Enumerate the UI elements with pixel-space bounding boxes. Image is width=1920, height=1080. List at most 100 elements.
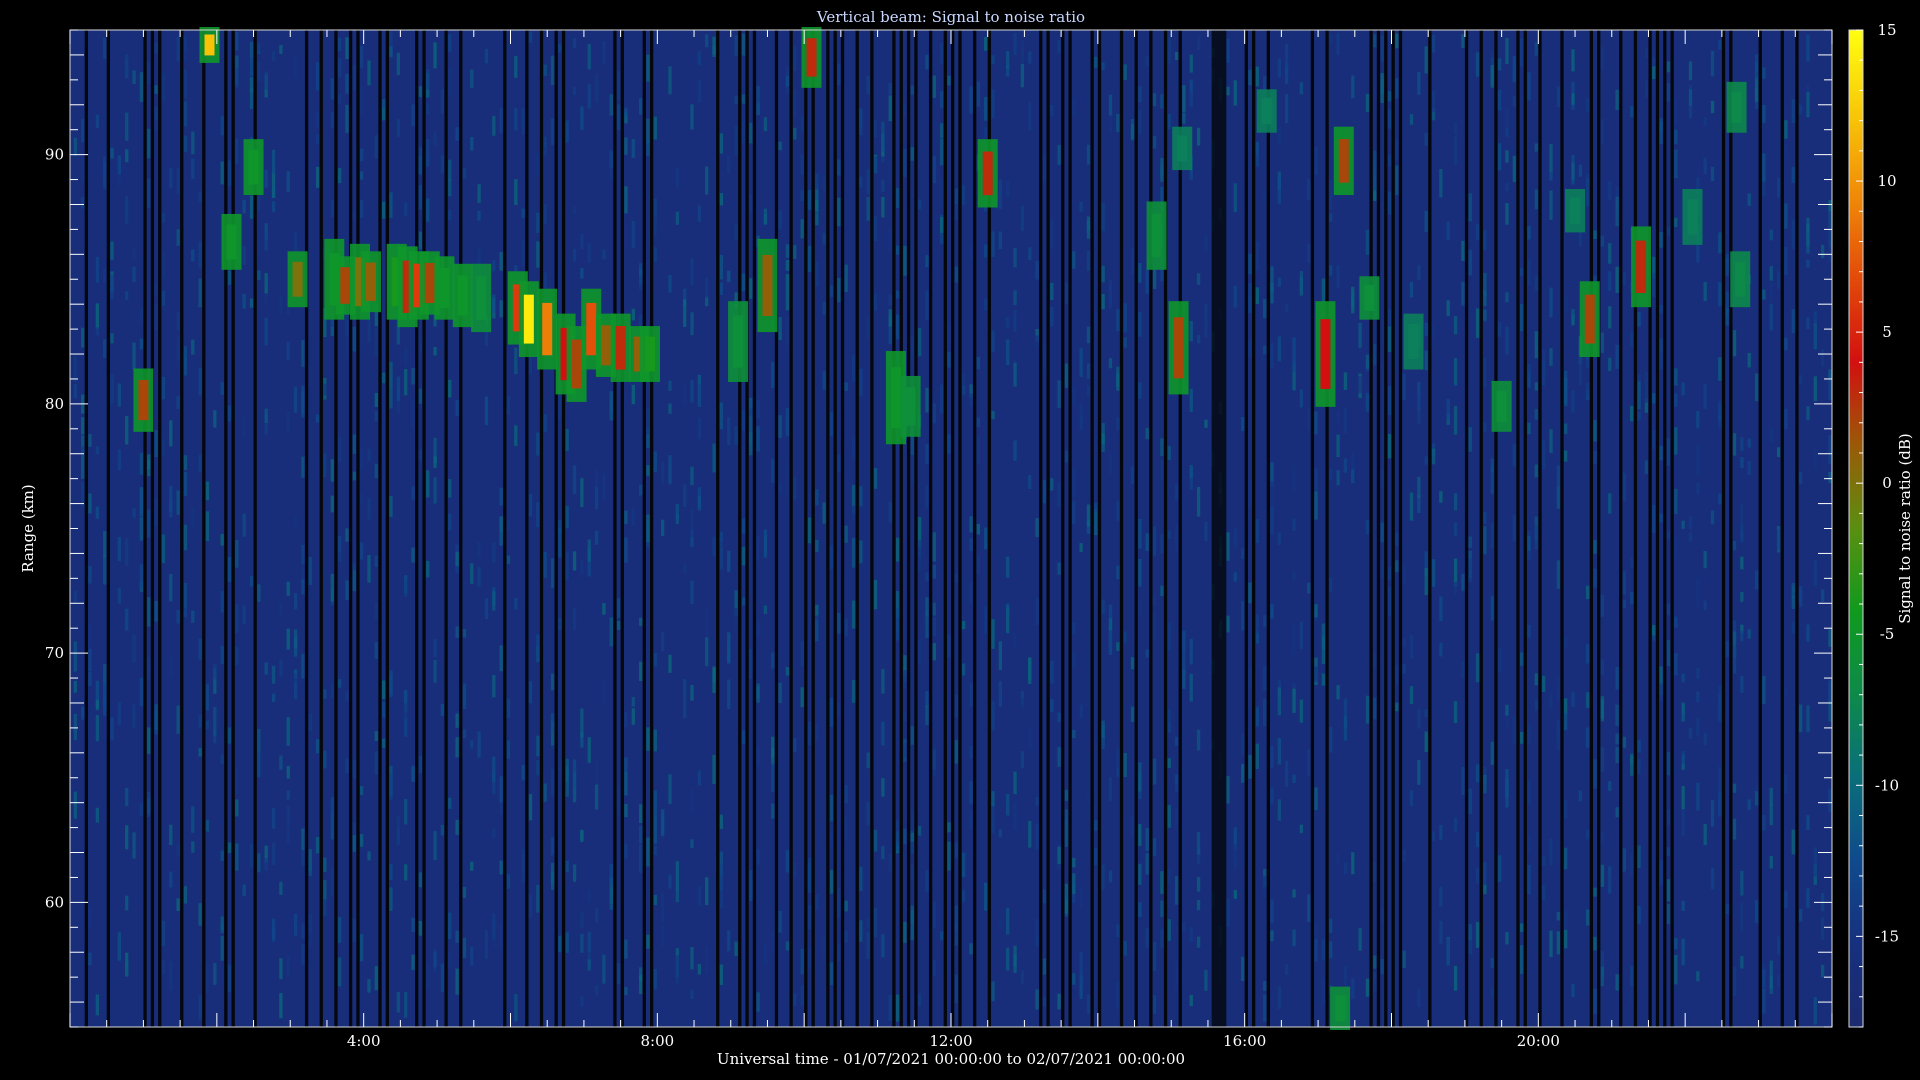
heatmap-cell bbox=[1387, 567, 1392, 581]
heatmap-cell bbox=[1630, 558, 1634, 567]
heatmap-cell bbox=[1681, 673, 1685, 683]
heatmap-cell bbox=[969, 745, 973, 759]
heatmap-cell bbox=[88, 906, 92, 928]
heatmap-cell bbox=[1630, 331, 1634, 347]
heatmap-cell bbox=[132, 634, 136, 663]
heatmap-cell bbox=[749, 398, 753, 418]
heatmap-cell bbox=[1182, 922, 1186, 932]
heatmap-cell bbox=[1351, 978, 1355, 1000]
heatmap-cell bbox=[536, 735, 540, 757]
heatmap-cell bbox=[1307, 582, 1311, 594]
heatmap-cell bbox=[1365, 978, 1370, 997]
heatmap-cell bbox=[286, 581, 290, 596]
heatmap-cell bbox=[1468, 558, 1472, 583]
heatmap-cell bbox=[293, 56, 298, 78]
heatmap-cell bbox=[1622, 472, 1627, 501]
heatmap-cell bbox=[1182, 669, 1186, 689]
heatmap-cell bbox=[1666, 61, 1671, 73]
heatmap-cell bbox=[484, 48, 489, 64]
heatmap-cell bbox=[183, 135, 188, 152]
heatmap-cell bbox=[1776, 177, 1781, 198]
heatmap-cell bbox=[976, 555, 980, 575]
heatmap-cell bbox=[587, 890, 591, 902]
heatmap-cell bbox=[565, 758, 569, 783]
heatmap-cell bbox=[1101, 720, 1105, 738]
heatmap-cell bbox=[433, 951, 437, 968]
heatmap-cell bbox=[404, 716, 408, 737]
heatmap-cell bbox=[293, 593, 298, 610]
heatmap-cell bbox=[815, 200, 819, 212]
heatmap-cell bbox=[88, 648, 92, 671]
heatmap-cell bbox=[521, 853, 525, 884]
heatmap-cell bbox=[653, 790, 657, 816]
heatmap-cell bbox=[1314, 939, 1318, 962]
heatmap-cell bbox=[323, 689, 327, 699]
heatmap-cell bbox=[1740, 556, 1744, 570]
heatmap-cell bbox=[1725, 257, 1729, 277]
heatmap-cell bbox=[345, 691, 349, 702]
heatmap-cell bbox=[550, 673, 555, 691]
heatmap-cell bbox=[785, 408, 790, 437]
heatmap-cell bbox=[998, 641, 1003, 671]
heatmap-cell bbox=[418, 388, 423, 404]
heatmap-cell bbox=[1380, 79, 1384, 95]
heatmap-cell bbox=[286, 171, 290, 192]
heatmap-cell bbox=[176, 36, 180, 62]
heatmap-cell bbox=[1013, 771, 1017, 795]
heatmap-cell bbox=[1608, 781, 1612, 791]
heatmap-cell bbox=[778, 415, 782, 438]
heatmap-cell bbox=[514, 347, 518, 375]
heatmap-cell bbox=[565, 860, 569, 873]
heatmap-cell bbox=[1475, 764, 1480, 783]
heatmap-cell bbox=[572, 206, 577, 215]
heatmap-cell bbox=[925, 572, 929, 582]
heatmap-cell bbox=[712, 754, 716, 784]
heatmap-cell bbox=[969, 781, 973, 805]
heatmap-cell bbox=[1196, 729, 1201, 751]
heatmap-cell bbox=[866, 801, 870, 826]
heatmap-gap bbox=[180, 30, 184, 1027]
heatmap-cell bbox=[220, 754, 224, 764]
heatmap-cell bbox=[418, 147, 423, 176]
heatmap-cell bbox=[1564, 296, 1568, 312]
heatmap-cell bbox=[1138, 312, 1142, 337]
heatmap-cell bbox=[147, 178, 151, 209]
heatmap-cell bbox=[1674, 427, 1678, 455]
heatmap-cell bbox=[1189, 926, 1193, 942]
heatmap-cell bbox=[139, 677, 144, 707]
heatmap-cell bbox=[1776, 269, 1781, 290]
heatmap-cell bbox=[433, 659, 437, 683]
heatmap-cell bbox=[220, 115, 224, 136]
heatmap-cell bbox=[1556, 675, 1560, 701]
heatmap-cell bbox=[998, 231, 1003, 250]
heatmap-cell bbox=[1020, 205, 1025, 231]
heatmap-cell bbox=[1608, 306, 1612, 329]
heatmap-cell bbox=[1086, 385, 1091, 397]
heatmap-cell bbox=[565, 428, 569, 451]
heatmap-cell bbox=[1468, 427, 1472, 452]
heatmap-cell bbox=[991, 89, 995, 119]
echo-mark bbox=[1320, 319, 1331, 389]
heatmap-cell bbox=[565, 551, 569, 581]
heatmap-cell bbox=[939, 138, 944, 166]
heatmap-cell bbox=[1138, 823, 1142, 847]
heatmap-cell bbox=[1160, 534, 1164, 554]
heatmap-cell bbox=[1600, 119, 1605, 145]
heatmap-cell bbox=[697, 374, 702, 384]
heatmap-cell bbox=[1240, 548, 1245, 559]
heatmap-cell bbox=[271, 188, 276, 198]
heatmap-cell bbox=[572, 248, 577, 262]
colorbar-tick-label: -10 bbox=[1875, 776, 1899, 794]
heatmap-cell bbox=[1703, 281, 1707, 302]
heatmap-cell bbox=[1343, 965, 1348, 986]
heatmap-cell bbox=[132, 832, 136, 859]
heatmap-cell bbox=[470, 946, 474, 966]
heatmap-cell bbox=[705, 637, 709, 667]
heatmap-cell bbox=[536, 432, 540, 456]
heatmap-gap bbox=[1046, 30, 1050, 1027]
heatmap-cell bbox=[881, 121, 885, 152]
heatmap-cell bbox=[1248, 754, 1252, 779]
heatmap-gap bbox=[745, 30, 749, 1027]
heatmap-cell bbox=[1740, 437, 1744, 452]
heatmap-cell bbox=[1527, 725, 1531, 745]
